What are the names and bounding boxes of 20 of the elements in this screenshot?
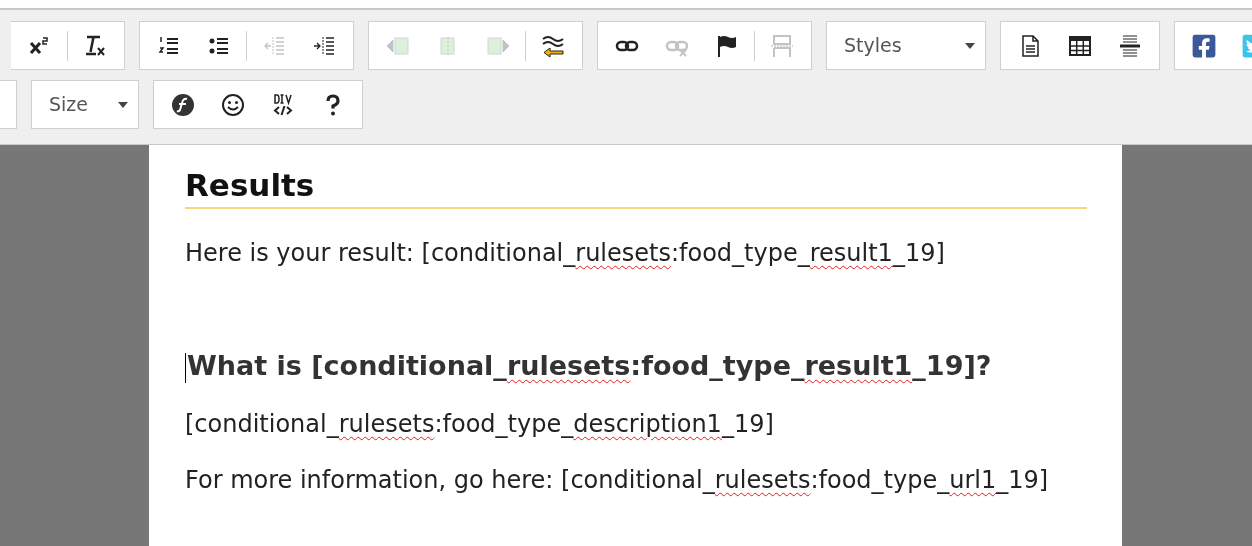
- caret-icon: [965, 42, 975, 49]
- horizontal-lines-icon: [1118, 33, 1142, 58]
- paragraph: Here is your result: [conditional_rulesets:food_type_result1_19]: [185, 238, 946, 268]
- table-icon: [1068, 33, 1092, 58]
- smiley-icon: [221, 92, 245, 117]
- div-code-icon: [271, 92, 295, 117]
- flash-icon: [171, 92, 195, 117]
- flag-icon: [715, 33, 739, 58]
- dropdown[interactable]: Styles: [826, 21, 986, 70]
- dropdown[interactable]: Size: [31, 80, 139, 129]
- facebook-icon: [1191, 32, 1217, 59]
- caret-icon: [118, 101, 128, 108]
- paragraph: For more information, go here: [conditional_rulesets:food_type_url1_19]: [185, 465, 1050, 495]
- wave-arrow-icon: [541, 33, 565, 58]
- clear-format-icon: [83, 33, 107, 58]
- text-caret: [185, 352, 186, 383]
- page-break-icon: [770, 33, 794, 58]
- paragraph: [conditional_rulesets:food_type_description1_19]: [185, 409, 775, 439]
- subheading: What is [conditional_rulesets:food_type_result1_19]?: [185, 349, 993, 383]
- heading: Results: [185, 167, 316, 203]
